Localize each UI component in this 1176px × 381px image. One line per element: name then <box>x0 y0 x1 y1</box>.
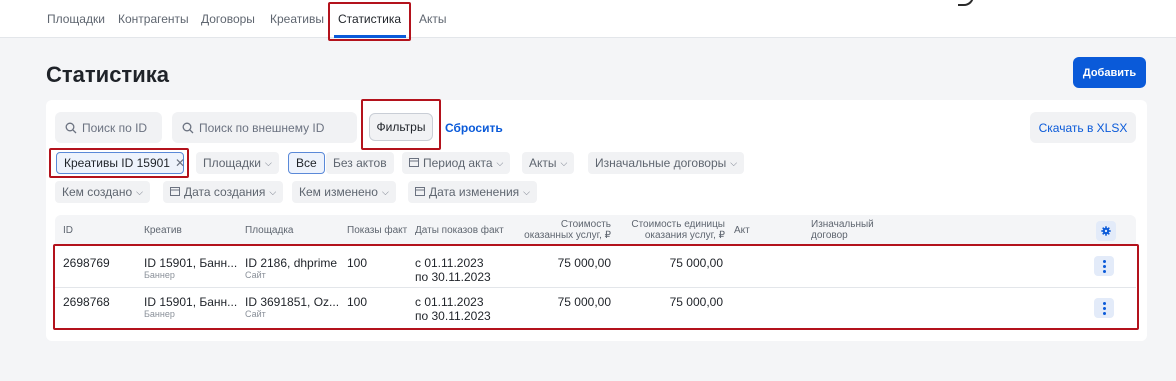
cell-cost: 75 000,00 <box>557 295 611 309</box>
cell-platform[interactable]: ID 2186, dhprime <box>245 256 337 270</box>
chevron-down-icon: ⌵ <box>560 157 568 168</box>
tab-contracts[interactable]: Договоры <box>201 12 255 26</box>
table-settings-button[interactable] <box>1096 221 1116 241</box>
filters-button[interactable]: Фильтры <box>369 113 433 141</box>
filter-platforms[interactable]: Площадки ⌵ <box>196 152 279 174</box>
filter-original-contracts[interactable]: Изначальные договоры ⌵ <box>588 152 745 174</box>
table-header: ID Креатив Площадка Показы факт Даты пок… <box>55 215 1136 246</box>
filter-act-period-label: Период акта <box>423 156 493 170</box>
column-header-dates[interactable]: Даты показов факт <box>415 225 504 236</box>
search-by-external-id-placeholder: Поиск по внешнему ID <box>199 120 325 135</box>
column-header-cost-line2: оказанных услуг, ₽ <box>524 230 611 241</box>
filter-modified-date[interactable]: Дата изменения ⌵ <box>408 181 537 203</box>
cell-unit-cost: 75 000,00 <box>669 256 723 270</box>
filter-created-date[interactable]: Дата создания ⌵ <box>163 181 284 203</box>
cell-id: 2698769 <box>63 256 110 270</box>
search-icon <box>182 122 194 133</box>
filter-modified-by[interactable]: Кем изменено ⌵ <box>292 181 396 203</box>
gear-icon <box>1101 226 1111 236</box>
cell-platform-type: Сайт <box>245 270 266 280</box>
search-by-external-id-input[interactable]: Поиск по внешнему ID <box>172 112 357 143</box>
tab-acts[interactable]: Акты <box>419 12 447 26</box>
cell-creative[interactable]: ID 15901, Банн... <box>144 295 237 309</box>
cell-platform[interactable]: ID 3691851, Oz... <box>245 295 339 309</box>
cell-date-to: по 30.11.2023 <box>415 309 491 323</box>
cell-platform-type: Сайт <box>245 309 266 319</box>
export-xlsx-button[interactable]: Скачать в XLSX <box>1030 112 1136 143</box>
search-icon <box>65 122 77 133</box>
cell-creative[interactable]: ID 15901, Банн... <box>144 256 237 270</box>
column-header-contract-line1: Изначальный <box>811 219 874 230</box>
cell-date-to: по 30.11.2023 <box>415 270 491 284</box>
add-button[interactable]: Добавить <box>1073 57 1146 88</box>
filter-act-period[interactable]: Период акта ⌵ <box>402 152 511 174</box>
column-header-contract-line2: договор <box>811 230 848 241</box>
top-navigation: Площадки Контрагенты Договоры Креативы С… <box>0 0 1176 38</box>
cell-cost: 75 000,00 <box>557 256 611 270</box>
cell-impressions: 100 <box>347 295 368 309</box>
column-header-cost[interactable]: Стоимость оказанных услуг, ₽ <box>517 219 611 241</box>
chevron-down-icon: ⌵ <box>523 186 530 197</box>
chevron-down-icon: ⌵ <box>381 186 389 197</box>
cell-date-from: с 01.11.2023 <box>415 256 484 270</box>
chevron-down-icon: ⌵ <box>730 157 738 168</box>
search-by-id-input[interactable]: Поиск по ID <box>55 112 162 143</box>
row-actions-button[interactable] <box>1094 298 1114 318</box>
column-header-contract[interactable]: Изначальный договор <box>811 219 874 241</box>
filter-original-contracts-label: Изначальные договоры <box>595 156 727 170</box>
column-header-unit-cost-line1: Стоимость единицы <box>631 219 725 230</box>
column-header-id[interactable]: ID <box>63 225 73 236</box>
column-header-cost-line1: Стоимость <box>560 219 611 230</box>
chevron-down-icon: ⌵ <box>136 186 143 197</box>
cell-id: 2698768 <box>63 295 110 309</box>
column-header-act[interactable]: Акт <box>734 225 750 236</box>
filter-all[interactable]: Все <box>288 152 325 174</box>
profile-menu-edge <box>958 0 974 6</box>
page-title: Статистика <box>46 62 169 87</box>
cell-creative-type: Баннер <box>144 270 175 280</box>
table-row[interactable]: 2698768 ID 15901, Банн... Баннер ID 3691… <box>55 289 1136 330</box>
tab-creatives[interactable]: Креативы <box>270 12 324 26</box>
reset-link[interactable]: Сбросить <box>445 121 503 135</box>
filter-modified-date-label: Дата изменения <box>429 185 520 199</box>
cell-impressions: 100 <box>347 256 368 270</box>
chevron-down-icon: ⌵ <box>269 186 277 197</box>
chevron-down-icon: ⌵ <box>496 157 504 168</box>
column-header-unit-cost[interactable]: Стоимость единицы оказания услуг, ₽ <box>621 219 725 241</box>
chevron-down-icon: ⌵ <box>264 157 272 168</box>
active-filter-label: Креативы ID 15901 <box>64 156 170 170</box>
column-header-impressions[interactable]: Показы факт <box>347 225 407 236</box>
search-by-id-placeholder: Поиск по ID <box>82 120 148 135</box>
active-tab-indicator <box>334 35 406 38</box>
filter-created-by-label: Кем создано <box>62 185 133 199</box>
filter-modified-by-label: Кем изменено <box>299 185 378 199</box>
row-actions-button[interactable] <box>1094 256 1114 276</box>
calendar-icon <box>415 185 425 199</box>
filter-platforms-label: Площадки <box>203 156 261 170</box>
column-header-creative[interactable]: Креатив <box>144 225 182 236</box>
cell-creative-type: Баннер <box>144 309 175 319</box>
calendar-icon <box>409 156 419 170</box>
column-header-unit-cost-line2: оказания услуг, ₽ <box>644 230 725 241</box>
table-row[interactable]: 2698769 ID 15901, Банн... Баннер ID 2186… <box>55 247 1136 288</box>
tab-statistics[interactable]: Статистика <box>338 12 401 26</box>
calendar-icon <box>170 185 180 199</box>
tab-counterparties[interactable]: Контрагенты <box>118 12 189 26</box>
close-icon[interactable]: ✕ <box>175 156 185 170</box>
filter-acts-label: Акты <box>529 156 557 170</box>
active-filter-chip[interactable]: Креативы ID 15901 ✕ <box>56 152 185 174</box>
filter-created-by[interactable]: Кем создано ⌵ <box>55 181 150 203</box>
cell-date-from: с 01.11.2023 <box>415 295 484 309</box>
filter-created-date-label: Дата создания <box>184 185 266 199</box>
tab-platforms[interactable]: Площадки <box>47 12 105 26</box>
cell-unit-cost: 75 000,00 <box>669 295 723 309</box>
filter-without-acts[interactable]: Без актов <box>326 152 394 174</box>
column-header-platform[interactable]: Площадка <box>245 225 293 236</box>
filter-acts[interactable]: Акты ⌵ <box>522 152 575 174</box>
